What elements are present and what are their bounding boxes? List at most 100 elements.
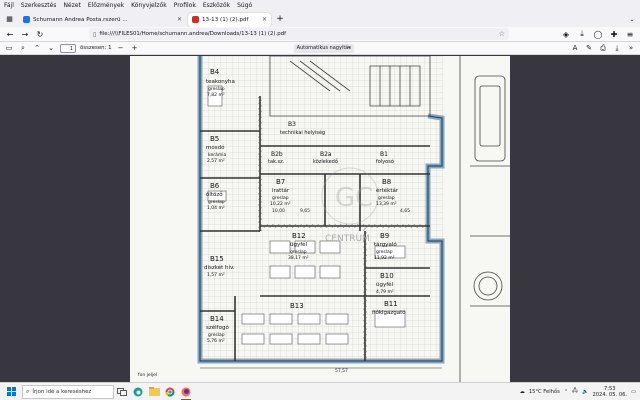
menu-help[interactable]: Súgó	[237, 0, 252, 11]
date: 2024. 05. 06.	[592, 391, 628, 398]
list-all-tabs-icon[interactable]: ▦	[0, 11, 19, 27]
weather-icon[interactable]: ☁	[520, 389, 525, 395]
floorplan-drawing: GC CENTRUM B4 teakonyha greslap 7,82 m² …	[138, 56, 510, 382]
clock[interactable]: 7:53 2024. 05. 06.	[592, 386, 627, 398]
room-area: 1,57 m²	[207, 272, 225, 278]
search-icon: ⌕	[26, 387, 30, 395]
mail-favicon-icon	[23, 16, 30, 23]
account-icon[interactable]: ◯	[592, 28, 604, 40]
chevron-down-icon[interactable]: ⌄	[624, 16, 640, 23]
page-number-input[interactable]: 1	[60, 43, 76, 53]
room-floor: kerámia	[208, 151, 226, 158]
tab-strip: ▦ Schumann Andrea Posta.rszerü ... ✕ 13-…	[0, 11, 640, 27]
file-explorer-icon[interactable]	[146, 383, 162, 400]
page-up-icon[interactable]: ⌃	[32, 43, 42, 53]
room-id: B9	[380, 232, 389, 240]
menu-history[interactable]: Előzmények	[88, 0, 124, 11]
room-id: B2b	[271, 151, 283, 158]
hatched-wall	[258, 96, 262, 231]
menu-view[interactable]: Nézet	[63, 0, 80, 11]
dimension: 4,65	[400, 208, 410, 214]
room-floor: greslap	[290, 249, 307, 255]
pdf-favicon-icon	[192, 16, 199, 23]
sidebar-toggle-icon[interactable]: ▭	[4, 43, 14, 53]
room-name: mosdó	[206, 144, 225, 151]
room-name: tárgyaló	[374, 241, 397, 248]
text-annotation-icon[interactable]: A	[570, 43, 580, 53]
tab-pdf[interactable]: 13-13 (1) (2).pdf ✕	[188, 12, 271, 27]
room-id: B15	[210, 255, 224, 263]
svg-text:GC: GC	[335, 183, 373, 213]
room-id: B4	[210, 68, 220, 76]
forward-arrow-icon[interactable]: →	[19, 28, 31, 40]
zoom-in-icon[interactable]: +	[130, 43, 140, 53]
menu-tools[interactable]: Eszközök	[203, 0, 230, 11]
tab-mail-title: Schumann Andrea Posta.rszerü ...	[33, 16, 128, 23]
room-id: B11	[384, 300, 398, 308]
tab-mail[interactable]: Schumann Andrea Posta.rszerü ... ✕	[19, 13, 186, 27]
page-down-icon[interactable]: ⌄	[46, 43, 56, 53]
print-icon[interactable]: ⎙	[598, 43, 608, 53]
room-area: 7,82 m²	[207, 92, 225, 98]
bookmark-star-icon[interactable]: ☆	[499, 30, 505, 38]
address-bar[interactable]: ▯ file:///\\FILES01/Home/schumann.andrea…	[89, 28, 509, 40]
page-icon: ▯	[93, 30, 97, 38]
room-name: folyosó	[376, 158, 394, 165]
menu-file[interactable]: Fájl	[4, 0, 14, 11]
room-id: B7	[276, 178, 285, 186]
menu-profiles[interactable]: Profilok	[174, 0, 196, 11]
taskbar-search-box[interactable]: ⌕ Írjon ide a kereséshez	[22, 384, 114, 399]
room-name: öltöző	[206, 192, 223, 198]
new-tab-button[interactable]: +	[273, 14, 287, 24]
reload-icon[interactable]: ↻	[34, 28, 46, 40]
zoom-out-icon[interactable]: −	[116, 43, 126, 53]
zoom-select[interactable]: Automatikus nagyítás	[293, 42, 354, 53]
room-id: B6	[210, 182, 220, 190]
notifications-icon[interactable]: ▭	[631, 389, 636, 395]
search-placeholder: Írjon ide a kereséshez	[32, 388, 92, 395]
windows-taskbar: ⌕ Írjon ide a kereséshez ☁ 15°C Felhős ⌃…	[0, 382, 640, 400]
room-area: 4,79 m²	[376, 289, 394, 295]
system-tray: ☁ 15°C Felhős ⌃ 🖧 🔈 7:53 2024. 05. 06. ▭	[520, 386, 640, 398]
room-id: B8	[382, 178, 391, 186]
dimension: 10,00	[272, 208, 285, 214]
menu-hamburger-icon[interactable]: ≡	[624, 28, 636, 40]
pdf-toolbar: ▭ ⌕ ⌃ ⌄ 1 összesen: 1 − + Automatikus na…	[0, 42, 640, 55]
browser-window: Fájl Szerkesztés Nézet Előzmények Könyvj…	[0, 0, 640, 400]
toolbar-icons: ◈ ⤓ ◯ ✚ ≡	[560, 28, 636, 40]
downloads-icon[interactable]: ⤓	[576, 28, 588, 40]
extensions-icon[interactable]: ✚	[608, 28, 620, 40]
close-icon[interactable]: ✕	[177, 16, 182, 23]
site-exterior	[459, 56, 510, 382]
edge-icon[interactable]	[130, 383, 146, 400]
url-text: file:///\\FILES01/Home/schumann.andrea/D…	[99, 31, 286, 37]
network-icon[interactable]: 🖧	[572, 387, 578, 396]
room-area: 1,04 m²	[207, 205, 225, 211]
room-floor: greslap	[378, 195, 395, 201]
windows-logo-icon	[6, 387, 16, 396]
hatched-wall	[263, 224, 428, 228]
menu-bookmarks[interactable]: Könyvjelzők	[131, 0, 167, 11]
pdf-viewer[interactable]: GC CENTRUM B4 teakonyha greslap 7,82 m² …	[0, 56, 640, 382]
draw-icon[interactable]: ✎	[584, 43, 594, 53]
pdf-page: GC CENTRUM B4 teakonyha greslap 7,82 m² …	[130, 56, 510, 382]
chevron-up-icon[interactable]: ⌃	[564, 389, 568, 395]
close-icon[interactable]: ✕	[262, 16, 267, 23]
save-icon[interactable]: ⤓	[612, 43, 622, 53]
chrome-icon[interactable]	[162, 383, 178, 400]
room-area: 38,17 m²	[288, 255, 309, 261]
room-name: fiókigazgató	[372, 309, 406, 316]
pdf-tools: A ✎ ⎙ ⤓ »	[570, 43, 636, 53]
back-arrow-icon[interactable]: ←	[4, 28, 16, 40]
menu-edit[interactable]: Szerkesztés	[21, 0, 57, 11]
task-view-icon[interactable]	[114, 383, 130, 400]
drawing-note: fon jeljel	[138, 372, 157, 378]
room-area: 2,57 m²	[207, 158, 225, 164]
weather-text[interactable]: 15°C Felhős	[529, 389, 560, 395]
more-tools-icon[interactable]: »	[626, 43, 636, 53]
find-icon[interactable]: ⌕	[18, 43, 28, 53]
pocket-icon[interactable]: ◈	[560, 28, 572, 40]
volume-icon[interactable]: 🔈	[582, 389, 588, 395]
windows-start-button[interactable]	[0, 383, 22, 400]
firefox-icon[interactable]	[178, 383, 194, 400]
